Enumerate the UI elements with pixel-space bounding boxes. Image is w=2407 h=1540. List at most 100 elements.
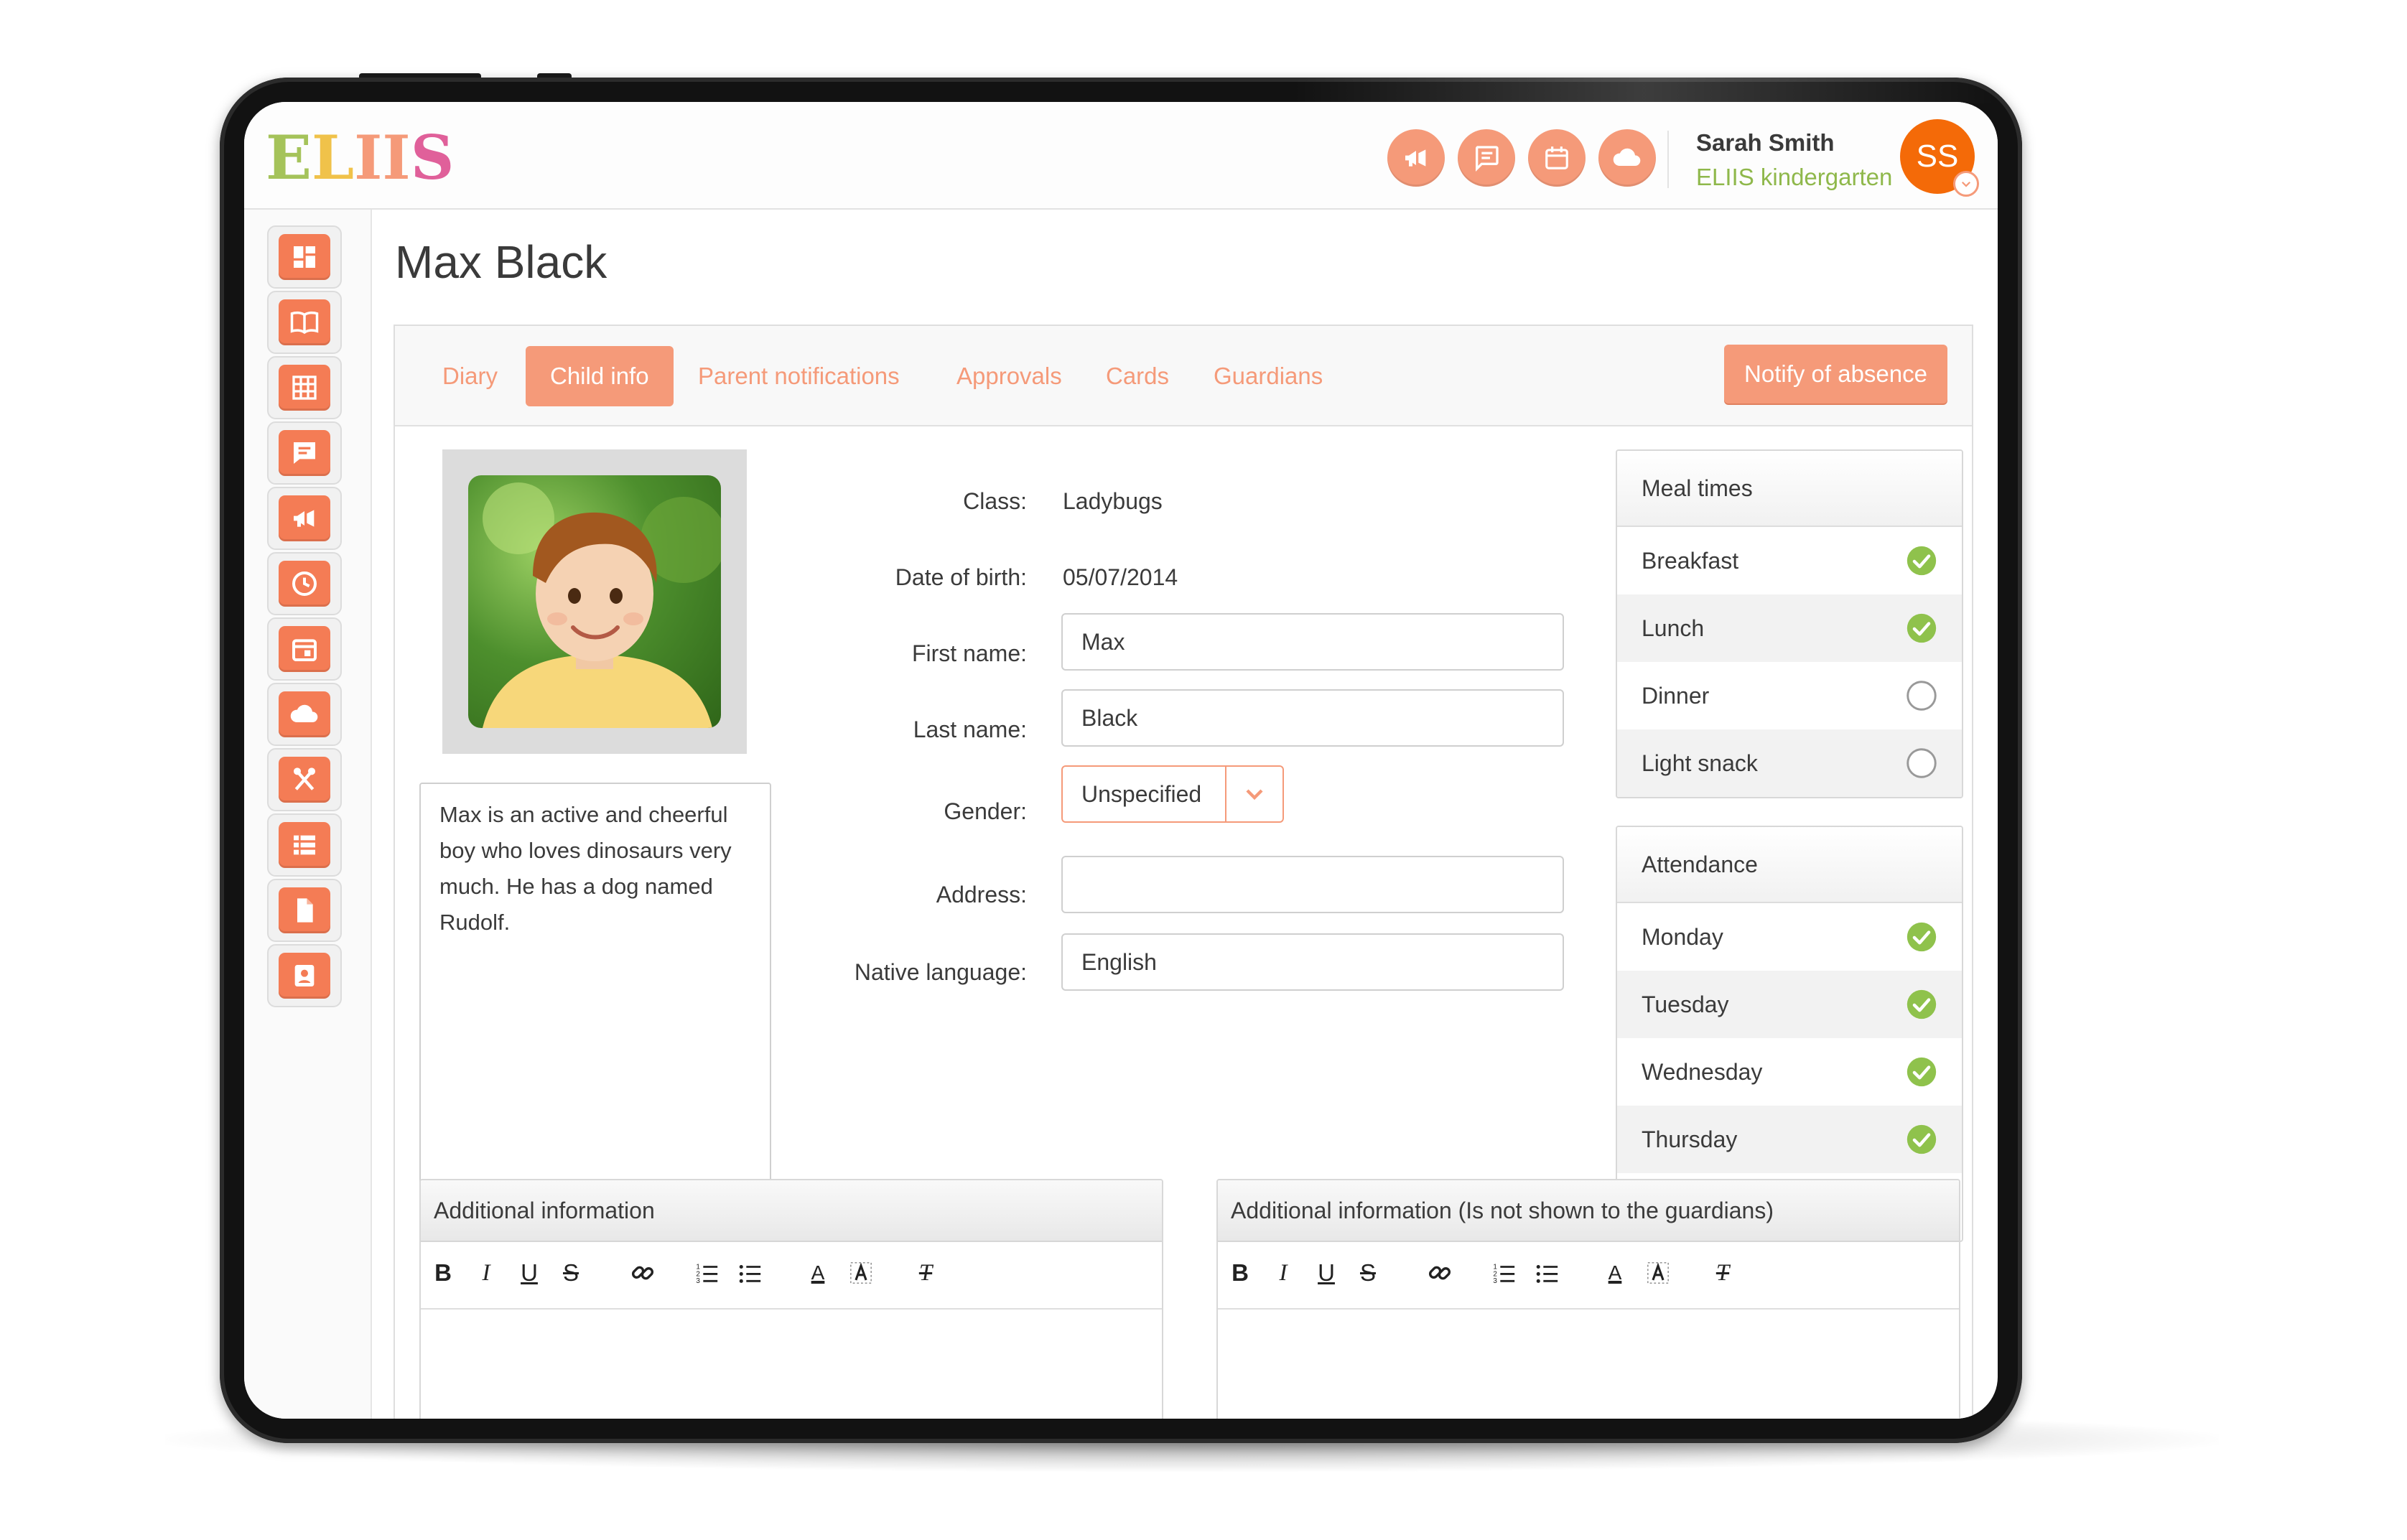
underline-button[interactable]: U xyxy=(1310,1256,1343,1289)
empty-circle-icon xyxy=(1906,680,1937,711)
header-divider xyxy=(1667,131,1669,188)
attendance-day-row[interactable]: Thursday xyxy=(1617,1106,1962,1173)
bold-button[interactable]: B xyxy=(427,1256,460,1289)
user-menu-toggle[interactable] xyxy=(1953,171,1979,197)
meal-time-row[interactable]: Breakfast xyxy=(1617,527,1962,594)
photo-frame[interactable] xyxy=(442,449,747,754)
user-name: Sarah Smith xyxy=(1696,129,1835,157)
last-name-field[interactable]: Black xyxy=(1061,689,1564,747)
child-bio-textarea[interactable]: Max is an active and cheerful boy who lo… xyxy=(419,783,771,1225)
address-field[interactable] xyxy=(1061,856,1564,913)
check-circle-icon xyxy=(1906,545,1937,577)
native-language-label: Native language: xyxy=(811,959,1027,986)
cloud-button[interactable] xyxy=(1598,129,1656,187)
tab-approvals[interactable]: Approvals xyxy=(956,346,1062,406)
sidebar-item-dashboard[interactable] xyxy=(267,225,342,289)
chevron-down-icon xyxy=(1244,783,1265,805)
numbered-list-button[interactable]: 123 xyxy=(1488,1256,1521,1289)
check-circle-icon xyxy=(1906,921,1937,953)
child-photo xyxy=(468,475,721,728)
meal-time-label: Lunch xyxy=(1642,615,1704,641)
tab-guardians[interactable]: Guardians xyxy=(1214,346,1323,406)
attendance-day-row[interactable]: Wednesday xyxy=(1617,1038,1962,1106)
italic-button[interactable]: I xyxy=(1267,1256,1300,1289)
check-circle-icon xyxy=(1906,612,1937,644)
clear-format-button[interactable]: T xyxy=(1706,1256,1739,1289)
attendance-day-label: Monday xyxy=(1642,924,1723,950)
text-color-button[interactable]: A xyxy=(801,1256,834,1289)
last-name-label: Last name: xyxy=(811,717,1027,743)
attendance-day-label: Thursday xyxy=(1642,1126,1737,1152)
meal-times-title: Meal times xyxy=(1617,451,1962,527)
meal-time-row[interactable]: Light snack xyxy=(1617,729,1962,797)
sidebar-item-cloud[interactable] xyxy=(267,683,342,746)
link-button[interactable] xyxy=(626,1256,659,1289)
header-actions xyxy=(1387,129,1656,187)
chevron-down-icon xyxy=(1960,177,1973,190)
child-photo-illustration xyxy=(468,475,721,728)
numbered-list-button[interactable]: 123 xyxy=(691,1256,724,1289)
tab-child-info[interactable]: Child info xyxy=(526,346,674,406)
sidebar-item-lists[interactable] xyxy=(267,813,342,877)
link-button[interactable] xyxy=(1423,1256,1456,1289)
strikethrough-button[interactable]: S xyxy=(1351,1256,1384,1289)
strikethrough-button[interactable]: S xyxy=(554,1256,587,1289)
bold-button[interactable]: B xyxy=(1224,1256,1257,1289)
sidebar-item-menu[interactable] xyxy=(267,748,342,811)
link-icon xyxy=(1428,1261,1452,1285)
tab-parent-notifications[interactable]: Parent notifications xyxy=(698,346,900,406)
gender-value: Unspecified xyxy=(1081,767,1201,821)
chat-icon xyxy=(290,439,319,467)
device-glare xyxy=(1293,78,1996,103)
dob-label: Date of birth: xyxy=(811,564,1027,591)
sidebar-item-documents[interactable] xyxy=(267,879,342,942)
italic-button[interactable]: I xyxy=(470,1256,503,1289)
sidebar-item-contacts[interactable] xyxy=(267,944,342,1007)
meal-time-row[interactable]: Lunch xyxy=(1617,594,1962,662)
meal-time-row[interactable]: Dinner xyxy=(1617,662,1962,729)
book-icon xyxy=(289,307,320,337)
announcements-button[interactable] xyxy=(1387,129,1445,187)
app-header: ELIIS Sarah Smith ELIIS kindergarten SS xyxy=(244,102,1998,210)
clear-format-button[interactable]: T xyxy=(909,1256,942,1289)
native-language-field[interactable]: English xyxy=(1061,933,1564,991)
calendar-icon xyxy=(290,635,319,663)
tab-diary[interactable]: Diary xyxy=(442,346,498,406)
logo-letter: I xyxy=(354,128,382,188)
bullet-list-button[interactable] xyxy=(734,1256,767,1289)
sidebar-item-calendar[interactable] xyxy=(267,617,342,681)
background-color-icon xyxy=(1646,1261,1670,1285)
sidebar-item-diary[interactable] xyxy=(267,291,342,354)
attendance-day-row[interactable]: Monday xyxy=(1617,903,1962,971)
messages-button[interactable] xyxy=(1458,129,1515,187)
app-screen: ELIIS Sarah Smith ELIIS kindergarten SS xyxy=(244,102,1998,1419)
calendar-button[interactable] xyxy=(1528,129,1586,187)
gender-dropdown-toggle[interactable] xyxy=(1225,767,1282,821)
logo-letter: E xyxy=(266,128,312,188)
logo-letter: I xyxy=(382,128,410,188)
gender-select[interactable]: Unspecified xyxy=(1061,765,1284,823)
document-icon xyxy=(290,896,319,925)
private-info-title: Additional information (Is not shown to … xyxy=(1218,1180,1959,1242)
bullet-list-button[interactable] xyxy=(1531,1256,1564,1289)
check-circle-icon xyxy=(1906,989,1937,1020)
attendance-title: Attendance xyxy=(1617,827,1962,903)
underline-button[interactable]: U xyxy=(513,1256,546,1289)
eliis-logo[interactable]: ELIIS xyxy=(266,123,454,188)
sidebar-item-announcements[interactable] xyxy=(267,487,342,550)
background-color-button[interactable] xyxy=(844,1256,877,1289)
meal-times-box: Meal times Breakfast Lunch Dinner Light sna… xyxy=(1616,449,1963,798)
attendance-day-row[interactable]: Tuesday xyxy=(1617,971,1962,1038)
first-name-field[interactable]: Max xyxy=(1061,613,1564,671)
megaphone-icon xyxy=(1402,144,1430,172)
sidebar-item-tables[interactable] xyxy=(267,356,342,419)
meal-time-label: Breakfast xyxy=(1642,548,1738,574)
sidebar-item-time[interactable] xyxy=(267,552,342,615)
meal-time-label: Dinner xyxy=(1642,683,1709,709)
tab-cards[interactable]: Cards xyxy=(1106,346,1169,406)
check-circle-icon xyxy=(1906,1056,1937,1088)
sidebar-item-messages[interactable] xyxy=(267,421,342,485)
text-color-button[interactable]: A xyxy=(1598,1256,1631,1289)
notify-absence-button[interactable]: Notify of absence xyxy=(1724,345,1947,403)
background-color-button[interactable] xyxy=(1642,1256,1675,1289)
